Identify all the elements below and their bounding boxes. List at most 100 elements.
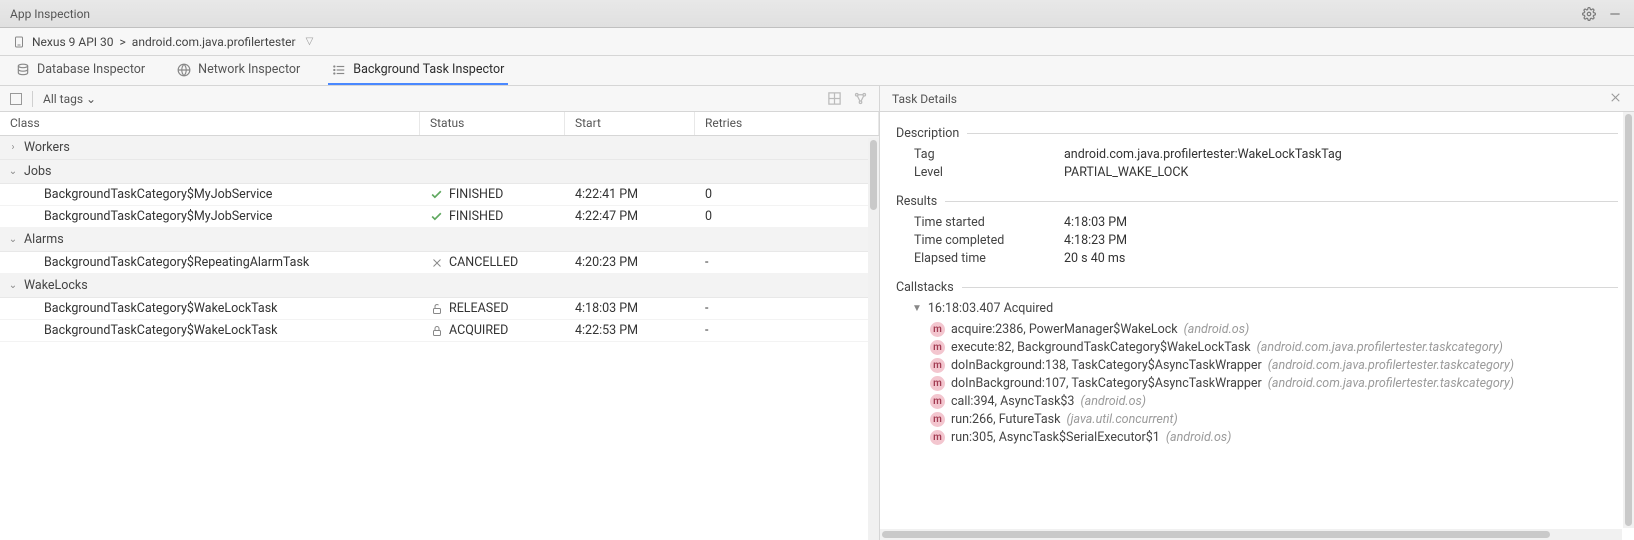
cell-class: BackgroundTaskCategory$MyJobService <box>0 209 420 224</box>
frame-package: (android.os) <box>1166 430 1232 445</box>
col-header-retries[interactable]: Retries <box>695 112 879 135</box>
stack-frame[interactable]: mdoInBackground:138, TaskCategory$AsyncT… <box>930 358 1618 373</box>
list-icon <box>332 63 346 77</box>
scrollbar-vertical[interactable] <box>868 138 879 540</box>
scrollbar-vertical[interactable] <box>1623 112 1634 528</box>
cell-status: CANCELLED <box>420 255 565 270</box>
col-header-start[interactable]: Start <box>565 112 695 135</box>
chevron-right-icon: › <box>8 142 18 153</box>
stack-frames: m acquire:2386, PowerManager$WakeLock (an… <box>896 322 1618 445</box>
table-row[interactable]: BackgroundTaskCategory$RepeatingAlarmTas… <box>0 252 879 274</box>
group-row[interactable]: ⌄ Jobs <box>0 160 879 184</box>
table-row[interactable]: BackgroundTaskCategory$WakeLockTaskRELEA… <box>0 298 879 320</box>
group-row[interactable]: › Workers <box>0 136 879 160</box>
cell-start: 4:20:23 PM <box>565 255 695 270</box>
breadcrumb[interactable]: Nexus 9 API 30 > android.com.java.profil… <box>0 28 1634 56</box>
tab-network[interactable]: Network Inspector <box>173 56 304 85</box>
group-name: Alarms <box>24 232 64 247</box>
chevron-down-icon: ⌄ <box>8 166 18 177</box>
gear-icon[interactable] <box>1580 5 1598 23</box>
cell-start: 4:22:47 PM <box>565 209 695 224</box>
group-row[interactable]: ⌄ Alarms <box>0 228 879 252</box>
cell-retries: - <box>695 255 879 270</box>
table-row[interactable]: BackgroundTaskCategory$MyJobServiceFINIS… <box>0 184 879 206</box>
minimize-icon[interactable] <box>1606 5 1624 23</box>
cell-retries: 0 <box>695 187 879 202</box>
tab-label: Database Inspector <box>37 62 145 77</box>
tab-database[interactable]: Database Inspector <box>12 56 149 85</box>
col-header-status[interactable]: Status <box>420 112 565 135</box>
method-badge-icon: m <box>930 358 945 373</box>
frame-text: call:394, AsyncTask$3 <box>951 394 1074 409</box>
chevron-down-icon: ⌄ <box>8 234 18 245</box>
close-icon[interactable] <box>1609 91 1622 107</box>
triangle-down-icon: ▼ <box>912 303 922 314</box>
table-header: Class Status Start Retries <box>0 112 879 136</box>
tab-label: Background Task Inspector <box>353 62 504 77</box>
cell-class: BackgroundTaskCategory$WakeLockTask <box>0 301 420 316</box>
frame-package: (android.com.java.profilertester.taskcat… <box>1257 340 1503 355</box>
table-row[interactable]: BackgroundTaskCategory$MyJobServiceFINIS… <box>0 206 879 228</box>
stack-frame[interactable]: mrun:266, FutureTask (java.util.concurre… <box>930 412 1618 427</box>
tab-background-task[interactable]: Background Task Inspector <box>328 56 508 85</box>
unlock-icon <box>430 302 443 315</box>
lock-icon <box>430 324 443 337</box>
cell-status: ACQUIRED <box>420 323 565 338</box>
stack-frame[interactable]: mrun:305, AsyncTask$SerialExecutor$1 (an… <box>930 430 1618 445</box>
breadcrumb-separator: > <box>120 35 126 49</box>
section-description: Description <box>896 126 1618 141</box>
kv-tag: Tag android.com.java.profilertester:Wake… <box>914 147 1618 162</box>
details-body: Description Tag android.com.java.profile… <box>880 112 1634 540</box>
stack-frame[interactable]: m call:394, AsyncTask$3 (android.os) <box>930 394 1618 409</box>
cell-retries: 0 <box>695 209 879 224</box>
graph-view-icon[interactable] <box>853 91 869 107</box>
method-badge-icon: m <box>930 394 945 409</box>
group-name: WakeLocks <box>24 278 88 293</box>
check-icon <box>430 210 443 223</box>
frame-package: (android.os) <box>1080 394 1146 409</box>
kv-time-completed: Time completed 4:18:23 PM <box>914 233 1618 248</box>
task-list-panel: All tags ⌄ Class Status Start Retries › W… <box>0 86 880 540</box>
method-badge-icon: m <box>930 376 945 391</box>
table-view-icon[interactable] <box>827 91 843 107</box>
group-name: Jobs <box>24 164 52 179</box>
cell-retries: - <box>695 323 879 338</box>
check-icon <box>430 188 443 201</box>
callstack-node[interactable]: ▼ 16:18:03.407 Acquired <box>912 301 1618 316</box>
cell-start: 4:22:41 PM <box>565 187 695 202</box>
scrollbar-horizontal[interactable] <box>880 529 1622 540</box>
chevron-down-icon: ⌄ <box>8 280 18 291</box>
tab-label: Network Inspector <box>198 62 300 77</box>
frame-package: (android.com.java.profilertester.taskcat… <box>1268 376 1514 391</box>
cell-class: BackgroundTaskCategory$WakeLockTask <box>0 323 420 338</box>
stop-icon[interactable] <box>10 93 22 105</box>
titlebar: App Inspection <box>0 0 1634 28</box>
cell-start: 4:18:03 PM <box>565 301 695 316</box>
chevron-down-icon: ▽ <box>306 36 314 47</box>
stack-frame[interactable]: mexecute:82, BackgroundTaskCategory$Wake… <box>930 340 1618 355</box>
x-icon <box>430 256 443 269</box>
filter-bar: All tags ⌄ <box>0 86 879 112</box>
cell-class: BackgroundTaskCategory$MyJobService <box>0 187 420 202</box>
titlebar-title: App Inspection <box>10 7 90 21</box>
stack-frame[interactable]: mdoInBackground:107, TaskCategory$AsyncT… <box>930 376 1618 391</box>
chevron-down-icon: ⌄ <box>86 92 96 106</box>
breadcrumb-process: android.com.java.profilertester <box>132 35 296 49</box>
group-name: Workers <box>24 140 70 155</box>
section-results: Results <box>896 194 1618 209</box>
section-callstacks: Callstacks <box>896 280 1618 295</box>
method-badge-icon: m <box>930 322 945 337</box>
method-badge-icon: m <box>930 340 945 355</box>
table-body: › Workers ⌄ Jobs BackgroundTaskCategory$MyJo… <box>0 136 879 540</box>
globe-icon <box>177 63 191 77</box>
method-badge-icon: m <box>930 412 945 427</box>
details-title: Task Details <box>892 92 957 106</box>
cell-status: RELEASED <box>420 301 565 316</box>
frame-package: (java.util.concurrent) <box>1066 412 1177 427</box>
stack-frame[interactable]: macquire:2386, PowerManager$WakeLock (an… <box>930 322 1618 337</box>
col-header-class[interactable]: Class <box>0 112 420 135</box>
tags-filter[interactable]: All tags ⌄ <box>43 92 96 106</box>
group-row[interactable]: ⌄ WakeLocks <box>0 274 879 298</box>
frame-text: acquire:2386, PowerManager$WakeLock <box>951 322 1178 337</box>
table-row[interactable]: BackgroundTaskCategory$WakeLockTaskACQUI… <box>0 320 879 342</box>
